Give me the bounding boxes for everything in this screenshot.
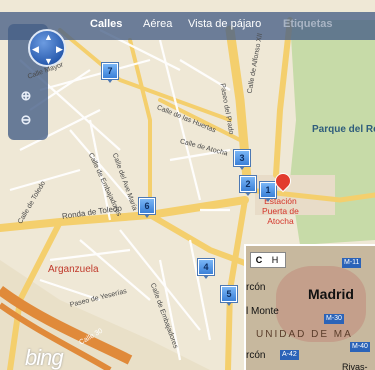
highway-badge: M-40: [350, 342, 370, 352]
minimap-style-tabs: CH: [250, 252, 286, 268]
minimap-region-label: UNIDAD DE MA: [256, 329, 353, 340]
tab-vista-de-pajaro[interactable]: Vista de pájaro: [188, 18, 261, 30]
zoom-in-icon[interactable]: ⊕: [18, 88, 34, 104]
overview-minimap[interactable]: CH Madrid l Monte rcón UNIDAD DE MA rcón…: [244, 244, 375, 370]
zoom-out-icon[interactable]: ⊖: [18, 112, 34, 128]
park-label: Parque del Re: [312, 124, 375, 135]
tab-calles[interactable]: Calles: [90, 18, 122, 30]
district-label: Arganzuela: [48, 264, 99, 275]
map-marker[interactable]: 2: [240, 176, 256, 196]
tab-etiquetas[interactable]: Etiquetas: [283, 18, 333, 30]
tab-aerea[interactable]: Aérea: [143, 18, 172, 30]
highway-badge: M-30: [324, 314, 344, 324]
map-marker[interactable]: 6: [139, 198, 155, 218]
highway-badge: A-42: [280, 350, 299, 360]
map-view[interactable]: Calles Aérea Vista de pájaro Etiquetas ▲…: [0, 0, 375, 370]
minimap-place-label: rcón: [246, 350, 266, 361]
minimap-tab-c[interactable]: C: [251, 253, 267, 267]
highway-badge: M-11: [342, 258, 362, 268]
map-marker[interactable]: 3: [234, 150, 250, 170]
map-marker[interactable]: 1: [260, 182, 276, 202]
minimap-city-label: Madrid: [308, 286, 354, 302]
minimap-tab-h[interactable]: H: [267, 253, 283, 267]
minimap-place-label: Rivas-: [342, 362, 368, 370]
bing-logo: bing: [25, 345, 64, 370]
map-marker[interactable]: 5: [221, 286, 237, 306]
minimap-place-label: rcón: [246, 282, 266, 293]
map-marker[interactable]: 7: [102, 63, 118, 83]
minimap-place-label: l Monte: [246, 306, 279, 317]
map-marker[interactable]: 4: [198, 259, 214, 279]
